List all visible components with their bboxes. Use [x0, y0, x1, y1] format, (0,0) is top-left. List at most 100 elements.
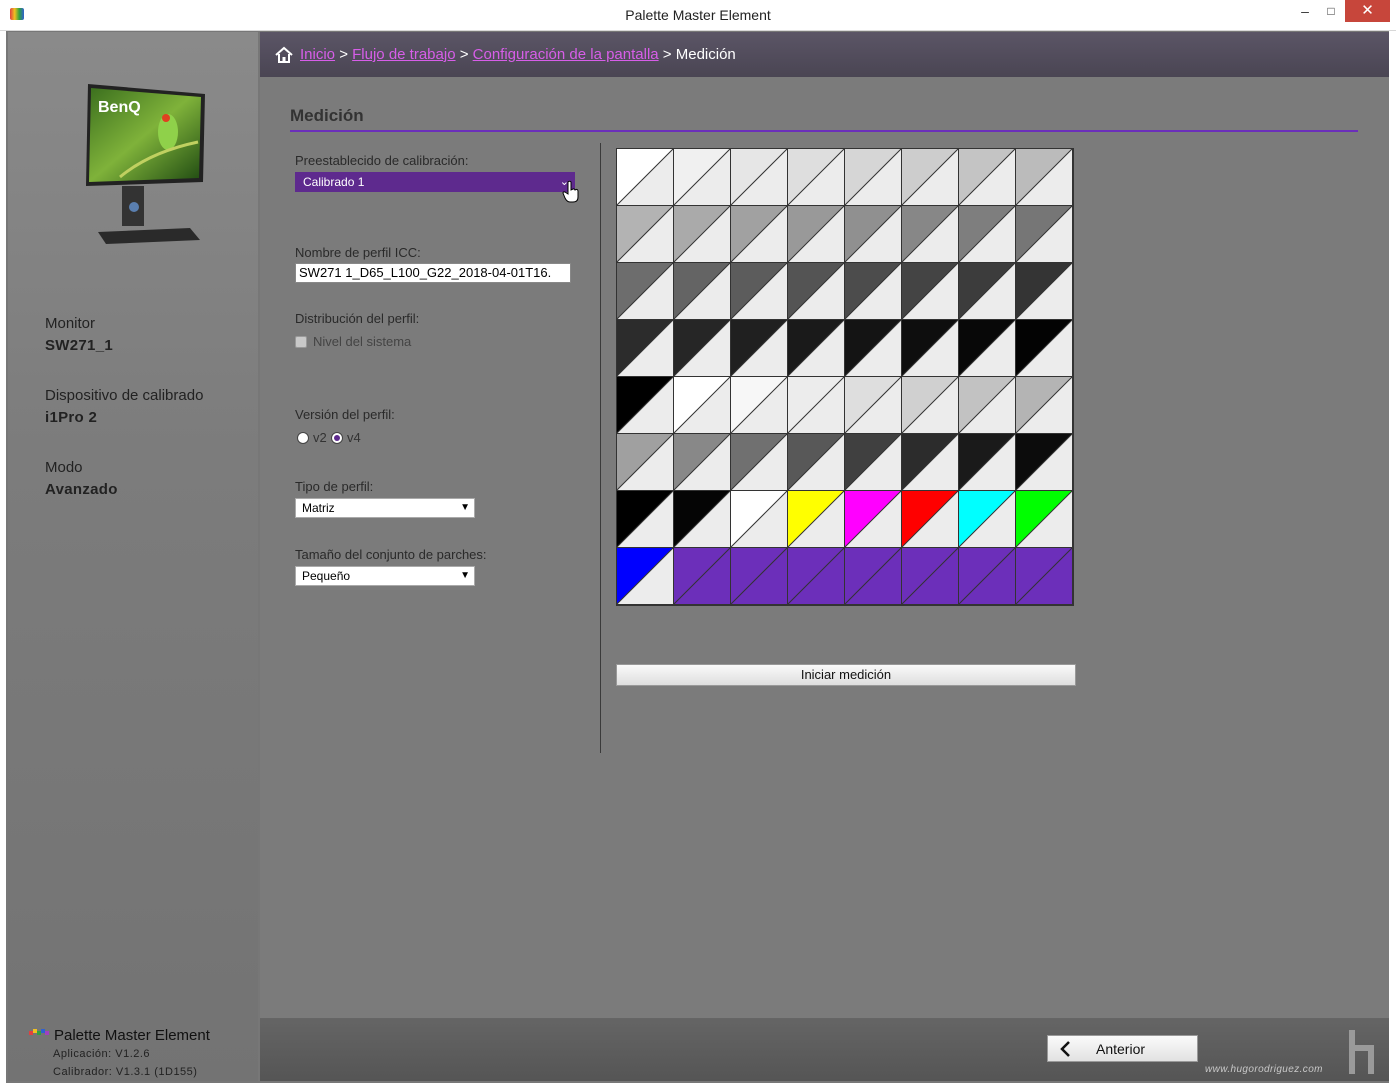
profile-type-select[interactable]: Matriz ▼: [295, 498, 475, 518]
color-patch: [959, 263, 1016, 320]
chevron-down-icon: ▼: [460, 502, 470, 513]
patch-grid: [616, 148, 1074, 606]
title-bar: Palette Master Element – □ ✕: [0, 0, 1396, 31]
color-patch: [845, 263, 902, 320]
window-title: Palette Master Element: [625, 7, 771, 23]
color-patch: [788, 149, 845, 206]
brand-logo: BenQ: [98, 99, 141, 116]
color-patch: [788, 263, 845, 320]
distribution-label: Distribución del perfil:: [295, 311, 420, 326]
color-patch: [617, 548, 674, 605]
type-label: Tipo de perfil:: [295, 479, 374, 494]
color-patch: [617, 206, 674, 263]
breadcrumb-inicio-link[interactable]: Inicio: [300, 46, 335, 63]
color-patch: [1016, 206, 1073, 263]
monitor-label: Monitor: [45, 315, 96, 332]
minimize-button[interactable]: –: [1292, 0, 1318, 22]
vertical-divider: [600, 143, 601, 753]
color-patch: [902, 206, 959, 263]
color-patch: [959, 548, 1016, 605]
color-patch: [731, 149, 788, 206]
color-patch: [674, 263, 731, 320]
home-icon[interactable]: [275, 46, 293, 64]
maximize-button[interactable]: □: [1318, 0, 1344, 22]
color-patch: [617, 491, 674, 548]
patch-set-label: Tamaño del conjunto de parches:: [295, 547, 487, 562]
color-patch: [731, 491, 788, 548]
color-patch: [1016, 263, 1073, 320]
color-patch: [1016, 491, 1073, 548]
previous-button-label: Anterior: [1096, 1041, 1146, 1057]
color-patch: [845, 320, 902, 377]
color-patch: [617, 320, 674, 377]
patch-set-select[interactable]: Pequeño ▼: [295, 566, 475, 586]
system-level-label: Nivel del sistema: [313, 334, 412, 349]
breadcrumb-current: Medición: [675, 46, 736, 63]
device-value: i1Pro 2: [45, 409, 98, 426]
color-patch: [617, 377, 674, 434]
watermark-logo-icon: [1349, 1030, 1374, 1074]
section-title: Medición: [290, 106, 364, 125]
color-patch: [1016, 149, 1073, 206]
preset-select[interactable]: Calibrado 1 ⌄: [295, 172, 575, 192]
monitor-value: SW271_1: [45, 337, 113, 354]
color-patch: [674, 548, 731, 605]
breadcrumb-workflow-link[interactable]: Flujo de trabajo: [352, 46, 455, 63]
version-v2-radio[interactable]: [297, 432, 309, 444]
version-label: Versión del perfil:: [295, 407, 395, 422]
watermark-text: www.hugorodriguez.com: [1205, 1064, 1323, 1075]
color-patch: [959, 206, 1016, 263]
color-patch: [1016, 434, 1073, 491]
color-patch: [902, 320, 959, 377]
start-measurement-button[interactable]: Iniciar medición: [616, 664, 1076, 686]
app-version: Aplicación: V1.2.6: [53, 1048, 151, 1060]
chevron-left-icon: [1060, 1041, 1070, 1057]
color-patch: [788, 548, 845, 605]
color-patch: [674, 149, 731, 206]
mode-label: Modo: [45, 459, 83, 476]
icc-label: Nombre de perfil ICC:: [295, 245, 421, 260]
color-patch: [731, 548, 788, 605]
color-patch: [788, 377, 845, 434]
color-patch: [674, 320, 731, 377]
version-v4-radio[interactable]: [331, 432, 343, 444]
color-patch: [1016, 377, 1073, 434]
color-patch: [902, 434, 959, 491]
color-patch: [845, 377, 902, 434]
color-patch: [788, 320, 845, 377]
color-patch: [674, 377, 731, 434]
icc-name-input[interactable]: SW271 1_D65_L100_G22_2018-04-01T16.: [295, 263, 571, 283]
breadcrumb-display-config-link[interactable]: Configuración de la pantalla: [473, 46, 659, 63]
color-patch: [902, 263, 959, 320]
color-patch: [674, 206, 731, 263]
breadcrumb-separator: >: [339, 46, 348, 63]
color-patch: [845, 149, 902, 206]
color-patch: [902, 149, 959, 206]
version-v2-label: v2: [313, 430, 327, 445]
close-button[interactable]: ✕: [1345, 0, 1390, 22]
color-patch: [617, 434, 674, 491]
color-patch: [959, 149, 1016, 206]
color-patch: [788, 206, 845, 263]
mode-value: Avanzado: [45, 481, 118, 498]
preset-value: Calibrado 1: [303, 175, 365, 189]
color-patch: [902, 548, 959, 605]
system-level-checkbox[interactable]: [295, 336, 307, 348]
color-patch: [845, 548, 902, 605]
color-patch: [845, 491, 902, 548]
color-patch: [788, 434, 845, 491]
patch-set-value: Pequeño: [302, 569, 351, 583]
preset-label: Preestablecido de calibración:: [295, 153, 469, 168]
monitor-image: BenQ: [86, 84, 205, 244]
color-patch: [731, 206, 788, 263]
color-patch: [1016, 320, 1073, 377]
app-name: Palette Master Element: [54, 1027, 210, 1044]
color-patch: [731, 263, 788, 320]
color-patch: [959, 320, 1016, 377]
chevron-down-icon: ▼: [460, 570, 470, 581]
color-patch: [617, 263, 674, 320]
color-patch: [674, 491, 731, 548]
sidebar: BenQ Monitor SW271_1 Dispositivo de cali…: [8, 32, 258, 1081]
color-patch: [959, 434, 1016, 491]
color-patch: [959, 491, 1016, 548]
